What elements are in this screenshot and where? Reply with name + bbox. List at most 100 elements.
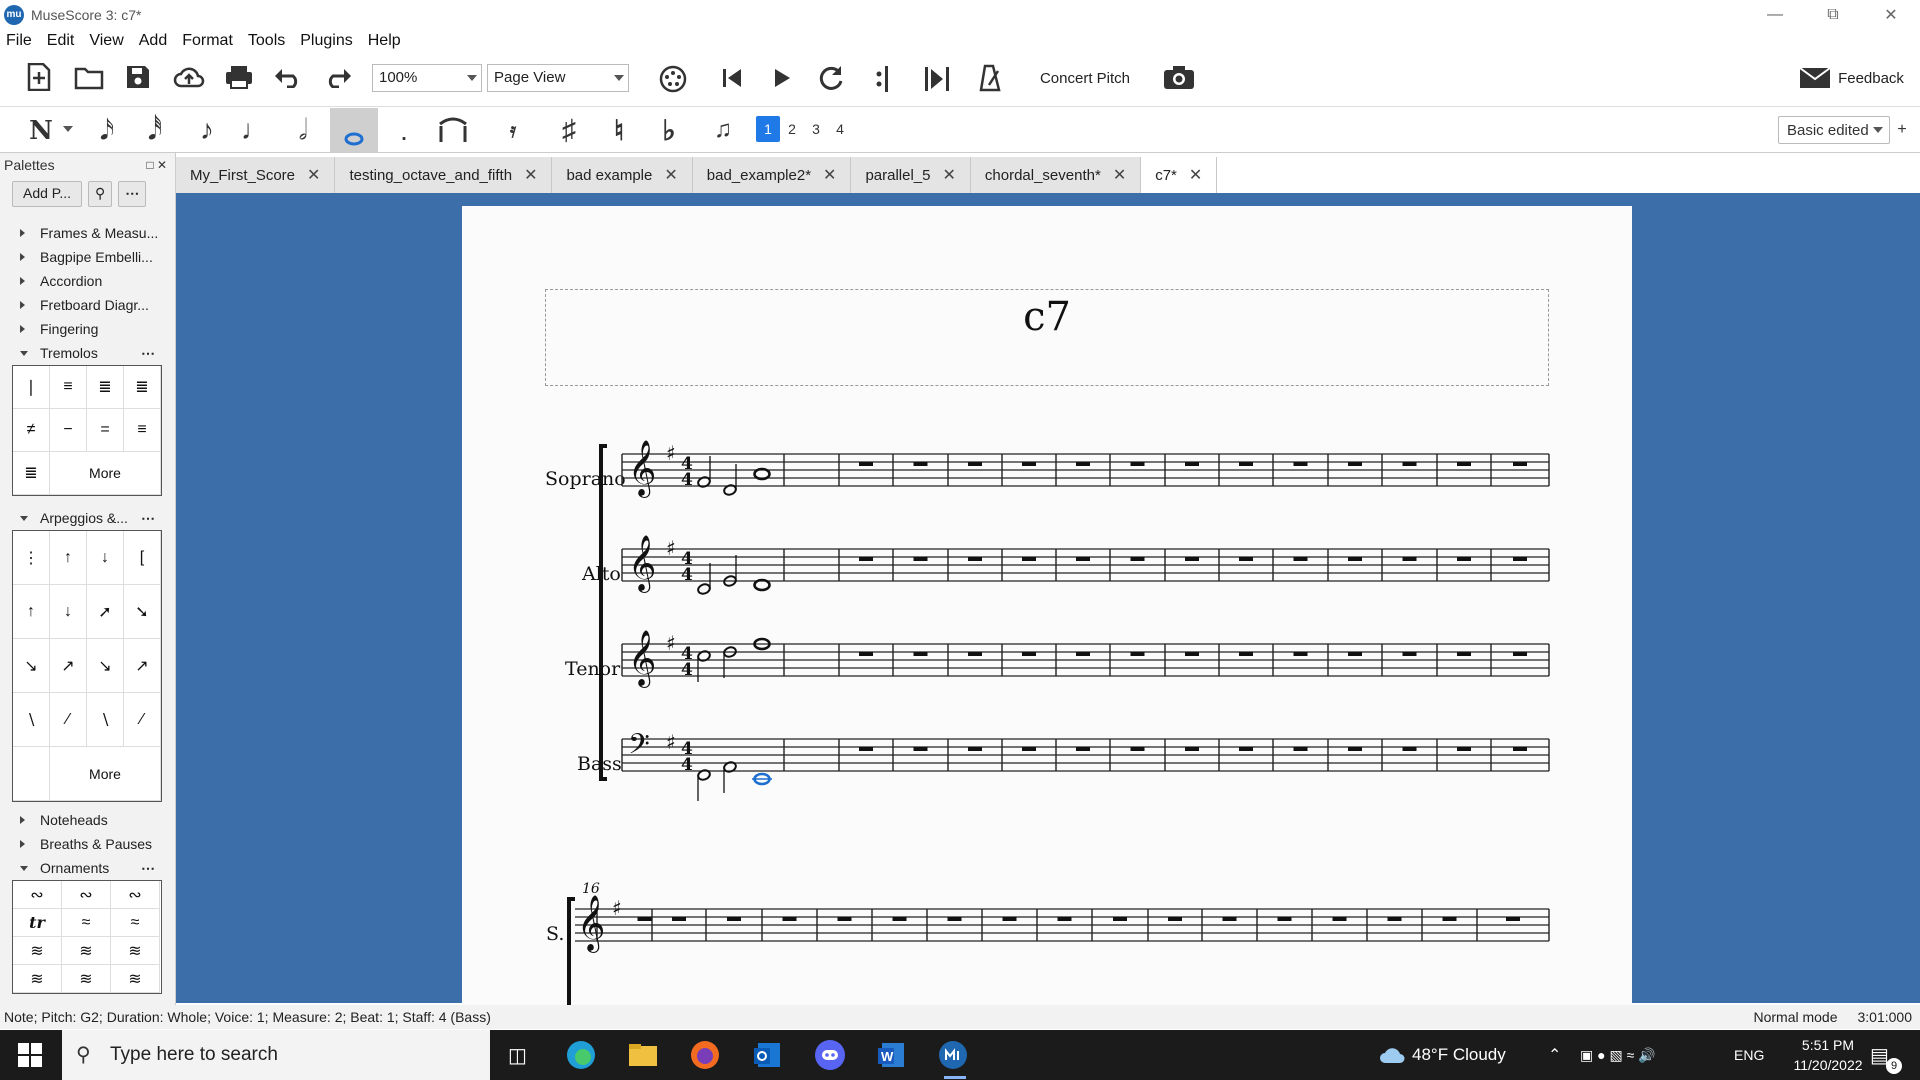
tremolo-between-4-icon[interactable]: ≡ [124,409,161,452]
chevron-down-icon[interactable] [62,122,74,138]
turn-slash-icon[interactable]: ∾ [62,881,111,909]
note-half[interactable] [697,583,711,596]
redo-icon[interactable] [322,64,354,90]
tremolo-between-1-icon[interactable]: ≠ [13,409,50,452]
quarter-note-icon[interactable]: ♩ [240,112,270,148]
tremolo-3-icon[interactable]: ≣ [87,366,124,409]
palette-arpeggios[interactable]: Arpeggios &... ⋯ [0,506,175,530]
close-window-button[interactable]: ✕ [1862,0,1920,30]
weather-text[interactable]: 48°F Cloudy [1412,1030,1506,1080]
close-icon[interactable]: ✕ [942,165,955,185]
voice-3-button[interactable]: 3 [804,116,828,142]
slide-out-up-icon[interactable]: ∕ [50,693,87,747]
undock-close-icon[interactable]: □ ✕ [146,158,167,172]
rewind-icon[interactable] [718,65,746,91]
palette-frames[interactable]: Frames & Measu... [0,221,175,245]
tremolo-4-icon[interactable]: ≣ [124,366,161,409]
up-prall-icon[interactable]: ≋ [111,937,160,965]
discord-icon[interactable] [814,1030,848,1080]
new-score-icon[interactable] [24,62,54,92]
file-explorer-icon[interactable] [628,1030,662,1080]
rest-flip-icon[interactable]: 𝄿 [496,114,530,148]
tab-chordal-seventh[interactable]: chordal_seventh* ✕ [970,157,1142,193]
task-view-icon[interactable]: ◫ [508,1030,532,1080]
slide-in-above-icon[interactable]: ∖ [87,693,124,747]
doit-icon[interactable]: ↗ [50,639,87,693]
tremolo-between-2-icon[interactable]: − [50,409,87,452]
natural-icon[interactable]: ♮ [604,112,634,148]
close-icon[interactable]: ✕ [307,165,320,185]
buzz-roll-icon[interactable]: ≣ [13,452,50,495]
strum-down-icon[interactable]: ↓ [50,585,87,639]
prall-down-icon[interactable]: ≋ [111,965,160,993]
undo-icon[interactable] [272,64,304,90]
voice-2-button[interactable]: 2 [780,116,804,142]
concert-pitch-toggle[interactable]: Concert Pitch [1030,67,1140,89]
arpeggios-more-button[interactable]: More [50,747,161,801]
slide-in-below-icon[interactable]: ∕ [124,693,161,747]
palette-fretboard[interactable]: Fretboard Diagr... [0,293,175,317]
menu-format[interactable]: Format [182,32,233,50]
slide-out-down-icon[interactable]: ∖ [13,693,50,747]
save-icon[interactable] [124,63,152,91]
arpeggio-icon[interactable]: ⋮ [13,531,50,585]
outlook-icon[interactable] [752,1030,786,1080]
search-icon[interactable]: ⚲ [88,181,113,207]
camera-icon[interactable] [1162,64,1196,92]
flat-icon[interactable]: ♭ [654,112,684,148]
play-icon[interactable] [768,65,796,91]
tie-icon[interactable] [436,114,472,148]
menu-tools[interactable]: Tools [248,32,285,50]
tremolo-between-3-icon[interactable]: = [87,409,124,452]
musescore-taskbar-icon[interactable] [938,1030,972,1080]
menu-view[interactable]: View [89,32,123,50]
flip-direction-icon[interactable]: ♫ [706,112,740,148]
arpeggio-down-icon[interactable]: ↓ [87,531,124,585]
close-icon[interactable]: ✕ [524,165,537,185]
view-mode-combo[interactable]: Page View [487,64,629,92]
taskbar-search-input[interactable]: ⚲ Type here to search [62,1030,490,1080]
more-options-icon[interactable]: ⋯ [118,181,147,207]
firefox-icon[interactable] [690,1030,724,1080]
palette-accordion[interactable]: Accordion [0,269,175,293]
close-icon[interactable]: ✕ [1113,165,1126,185]
voice-4-button[interactable]: 4 [828,116,852,142]
loop-icon[interactable] [816,64,846,92]
inverted-turn-icon[interactable]: ∾ [111,881,160,909]
menu-add[interactable]: Add [139,32,167,50]
tremolos-more-button[interactable]: More [50,452,161,495]
print-icon[interactable] [223,63,255,91]
menu-plugins[interactable]: Plugins [300,32,352,50]
glissando-straight-icon[interactable]: ➚ [87,585,124,639]
mordent-icon[interactable]: ≈ [111,909,160,937]
close-icon[interactable]: ✕ [664,165,677,185]
augmentation-dot-icon[interactable]: . [394,115,414,146]
pan-score-icon[interactable] [922,64,952,94]
windows-start-icon[interactable] [18,1030,44,1080]
palette-fingering[interactable]: Fingering [0,317,175,341]
add-workspace-button[interactable]: + [1894,118,1910,142]
palette-tremolos[interactable]: Tremolos ⋯ [0,341,175,365]
close-icon[interactable]: ✕ [1189,165,1202,185]
fall-icon[interactable]: ↘ [13,639,50,693]
tab-testing-octave[interactable]: testing_octave_and_fifth ✕ [335,157,553,193]
menu-edit[interactable]: Edit [47,32,75,50]
close-icon[interactable]: ✕ [823,165,836,185]
strum-up-icon[interactable]: ↑ [13,585,50,639]
plop-icon[interactable]: ↘ [87,639,124,693]
whole-note-icon[interactable] [330,108,378,152]
envelope-icon[interactable] [1798,66,1832,90]
prall-prall-icon[interactable]: ≋ [62,937,111,965]
repeat-playback-icon[interactable] [870,64,896,94]
mixer-icon[interactable] [657,64,689,94]
palette-bagpipe[interactable]: Bagpipe Embelli... [0,245,175,269]
tray-icons[interactable]: ▣ ● ▧ ≈ 🔊 [1580,1030,1656,1080]
scoop-icon[interactable]: ↗ [124,639,161,693]
eighth-note-icon[interactable]: ♪ [192,112,222,148]
tab-bad-example2[interactable]: bad_example2* ✕ [692,157,852,193]
language-indicator[interactable]: ENG [1734,1030,1764,1080]
arpeggio-bracket-icon[interactable]: [ [124,531,161,585]
tray-chevron-icon[interactable]: ⌃ [1548,1030,1561,1080]
menu-file[interactable]: File [6,32,32,50]
turn-icon[interactable]: ∾ [13,881,62,909]
